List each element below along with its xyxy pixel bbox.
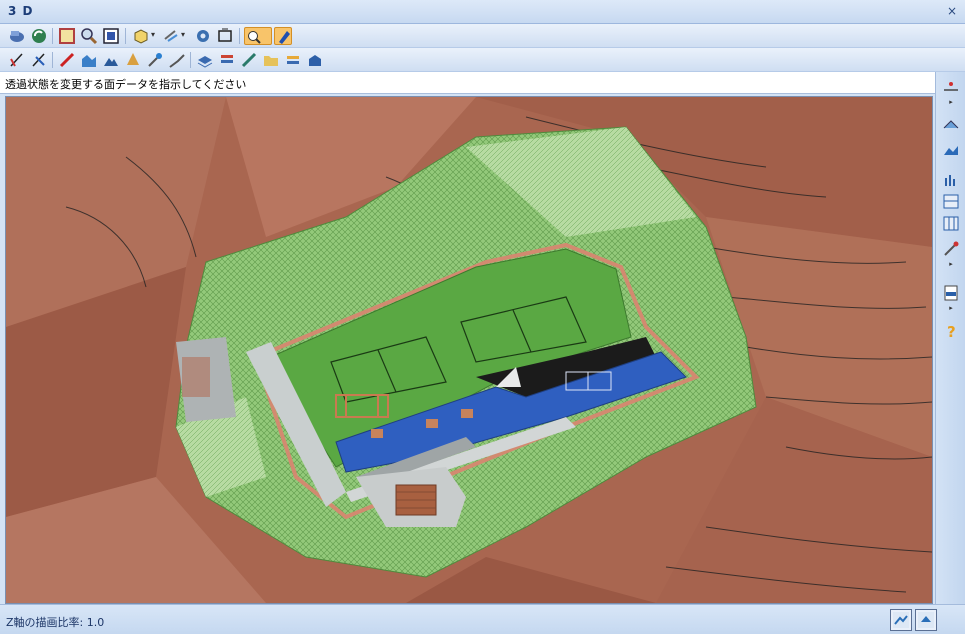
chevron-down-icon[interactable]: ▸ <box>946 260 956 268</box>
table-chart-icon[interactable] <box>942 214 960 232</box>
terrain-icon[interactable] <box>102 51 120 69</box>
edit-toolbar <box>0 48 965 72</box>
window-titlebar: 3 D × <box>0 0 965 24</box>
tools-icon[interactable] <box>146 51 164 69</box>
toolbar-separator <box>190 52 191 68</box>
edit-line-icon[interactable] <box>8 51 26 69</box>
help-icon[interactable]: ? <box>942 322 960 340</box>
chevron-down-icon[interactable]: ▾ <box>151 30 157 40</box>
rotate-view-icon[interactable] <box>162 27 180 45</box>
bar-chart-icon[interactable] <box>942 170 960 188</box>
view-cube-icon[interactable] <box>132 27 150 45</box>
view-model-icon[interactable] <box>8 27 26 45</box>
status-bar: Z軸の描画比率: 1.0 <box>0 604 965 634</box>
layers-icon[interactable] <box>196 51 214 69</box>
draw-red-line-icon[interactable] <box>58 51 76 69</box>
view-refresh-icon[interactable] <box>915 609 937 631</box>
svg-text:?: ? <box>947 323 956 340</box>
prompt-text: 透過状態を変更する面データを指示してください <box>5 78 247 91</box>
toolbar-separator <box>52 52 53 68</box>
chevron-down-icon[interactable]: ▸ <box>946 304 956 312</box>
chevron-down-icon[interactable]: ▸ <box>946 98 956 106</box>
surface-icon[interactable] <box>942 116 960 134</box>
prompt-bar: 透過状態を変更する面データを指示してください <box>0 72 935 94</box>
zoom-icon[interactable] <box>80 27 98 45</box>
fit-extents-icon[interactable] <box>58 27 76 45</box>
folder-icon[interactable] <box>262 51 280 69</box>
refresh-view-icon[interactable] <box>30 27 48 45</box>
z-scale-status: Z軸の描画比率: 1.0 <box>6 616 105 629</box>
surface-paint-icon[interactable] <box>274 27 292 45</box>
window-title: 3 D <box>8 4 34 18</box>
tool-icon[interactable] <box>942 240 960 258</box>
main-toolbar: ▾ ▾ <box>0 24 965 48</box>
settings-gear-icon[interactable] <box>194 27 212 45</box>
edit-line-alt-icon[interactable] <box>30 51 48 69</box>
marker-icon[interactable] <box>942 78 960 96</box>
terrain-render <box>6 97 932 603</box>
right-toolbar: ▸ ▸ ▸ ? <box>935 72 965 604</box>
stack-icon[interactable] <box>218 51 236 69</box>
stack-icon[interactable] <box>284 51 302 69</box>
tree-icon[interactable] <box>124 51 142 69</box>
area-chart-icon[interactable] <box>80 51 98 69</box>
blue-box-icon[interactable] <box>306 51 324 69</box>
dwg-file-icon[interactable] <box>942 284 960 302</box>
mountain-icon[interactable] <box>942 140 960 158</box>
close-icon[interactable]: × <box>945 4 959 18</box>
pen-icon[interactable] <box>240 51 258 69</box>
capture-icon[interactable] <box>216 27 234 45</box>
transparency-tool-icon[interactable] <box>244 27 272 45</box>
survey-icon[interactable] <box>168 51 186 69</box>
3d-viewport[interactable] <box>5 96 933 604</box>
toolbar-separator <box>125 28 126 44</box>
toolbar-separator <box>239 28 240 44</box>
grid-chart-icon[interactable] <box>942 192 960 210</box>
zoom-window-icon[interactable] <box>102 27 120 45</box>
view-toggle-icon[interactable] <box>890 609 912 631</box>
toolbar-separator <box>52 28 53 44</box>
chevron-down-icon[interactable]: ▾ <box>181 30 187 40</box>
